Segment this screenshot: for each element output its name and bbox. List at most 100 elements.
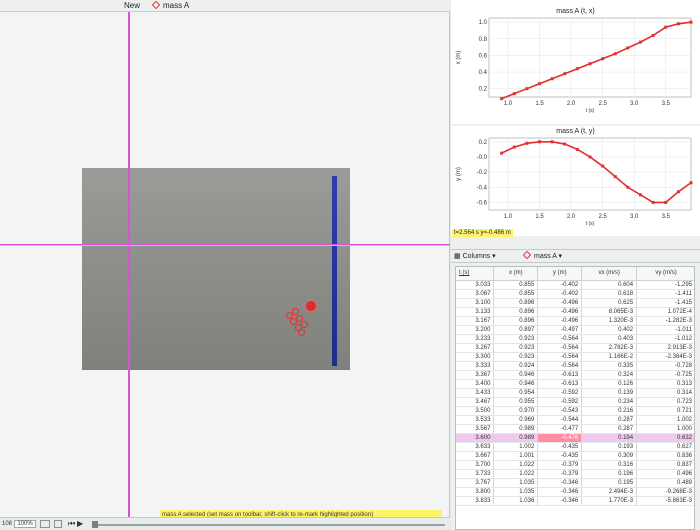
table-cell[interactable]: 1.166E-2 bbox=[581, 352, 638, 362]
table-cell[interactable]: -9.268E-3 bbox=[636, 487, 694, 497]
table-cell[interactable]: 1.000 bbox=[636, 424, 694, 434]
table-cell[interactable]: 0.314 bbox=[636, 388, 694, 398]
table-cell[interactable]: -0.544 bbox=[537, 415, 583, 425]
table-cell[interactable]: 0.195 bbox=[581, 478, 638, 488]
table-row[interactable]: 3.133 0.896 -0.496 8.065E-3 1.072E-4 bbox=[456, 307, 694, 317]
table-row[interactable]: 3.767 1.035 -0.346 0.195 0.489 bbox=[456, 478, 694, 488]
table-row[interactable]: 3.600 0.989 -0.476 0.194 0.632 bbox=[456, 433, 694, 443]
table-cell[interactable]: 0.625 bbox=[581, 298, 638, 308]
table-cell[interactable]: 0.194 bbox=[581, 433, 638, 443]
table-row[interactable]: 3.433 0.954 -0.592 0.139 0.314 bbox=[456, 388, 694, 398]
table-cell[interactable]: -1.282E-3 bbox=[636, 316, 694, 326]
table-cell[interactable]: 0.126 bbox=[581, 379, 638, 389]
table-cell[interactable]: 1.002 bbox=[636, 415, 694, 425]
table-cell[interactable]: 0.836 bbox=[636, 451, 694, 461]
table-cell[interactable]: 0.989 bbox=[493, 433, 539, 443]
table-cell[interactable]: -0.543 bbox=[537, 406, 583, 416]
table-cell[interactable]: 0.837 bbox=[636, 460, 694, 470]
table-row[interactable]: 3.067 0.855 -0.402 0.618 -1.411 bbox=[456, 289, 694, 299]
play-icon[interactable]: ▶ bbox=[77, 519, 83, 529]
table-row[interactable]: 3.467 0.955 -0.592 0.234 0.723 bbox=[456, 397, 694, 407]
table-cell[interactable]: -0.402 bbox=[537, 289, 583, 299]
table-cell[interactable]: 3.567 bbox=[456, 424, 495, 434]
table-cell[interactable]: -1.012 bbox=[636, 334, 694, 344]
table-cell[interactable]: 0.139 bbox=[581, 388, 638, 398]
mass-marker[interactable] bbox=[306, 301, 316, 311]
table-cell[interactable]: 1.002 bbox=[493, 442, 539, 452]
table-row[interactable]: 3.200 0.897 -0.497 0.402 -1.011 bbox=[456, 325, 694, 335]
table-cell[interactable]: 3.600 bbox=[456, 433, 495, 443]
trail-point[interactable] bbox=[298, 329, 305, 336]
table-row[interactable]: 3.167 0.896 -0.496 1.320E-3 -1.282E-3 bbox=[456, 316, 694, 326]
table-cell[interactable]: 3.100 bbox=[456, 298, 495, 308]
table-cell[interactable]: -0.435 bbox=[537, 451, 583, 461]
header-vy[interactable]: vy (m/s) bbox=[636, 267, 694, 281]
table-cell[interactable]: 0.335 bbox=[581, 361, 638, 371]
table-cell[interactable]: -0.346 bbox=[537, 478, 583, 488]
table-cell[interactable]: 1.001 bbox=[493, 451, 539, 461]
fit-button[interactable] bbox=[40, 520, 50, 528]
table-cell[interactable]: -0.402 bbox=[537, 280, 583, 290]
table-row[interactable]: 3.733 1.022 -0.379 0.196 0.496 bbox=[456, 469, 694, 479]
table-cell[interactable]: 0.946 bbox=[493, 379, 539, 389]
go-to-start-icon[interactable]: ⏮ bbox=[68, 519, 75, 529]
table-cell[interactable]: 2.494E-3 bbox=[581, 487, 638, 497]
table-cell[interactable]: -0.477 bbox=[537, 424, 583, 434]
table-cell[interactable]: -0.613 bbox=[537, 370, 583, 380]
trail-point[interactable] bbox=[301, 321, 308, 328]
table-cell[interactable]: -0.613 bbox=[537, 379, 583, 389]
table-cell[interactable]: 0.896 bbox=[493, 298, 539, 308]
table-cell[interactable]: -0.497 bbox=[537, 325, 583, 335]
table-row[interactable]: 3.500 0.970 -0.543 0.216 0.721 bbox=[456, 406, 694, 416]
table-cell[interactable]: -0.346 bbox=[537, 487, 583, 497]
table-cell[interactable]: 0.309 bbox=[581, 451, 638, 461]
table-row[interactable]: 3.333 0.924 -0.564 0.335 -0.728 bbox=[456, 361, 694, 371]
table-cell[interactable]: 3.500 bbox=[456, 406, 495, 416]
table-row[interactable]: 3.300 0.923 -0.564 1.166E-2 -2.384E-3 bbox=[456, 352, 694, 362]
table-cell[interactable]: 0.924 bbox=[493, 361, 539, 371]
table-cell[interactable]: -0.592 bbox=[537, 397, 583, 407]
table-cell[interactable]: 3.267 bbox=[456, 343, 495, 353]
table-row[interactable]: 3.700 1.022 -0.379 0.316 0.837 bbox=[456, 460, 694, 470]
table-cell[interactable]: -0.725 bbox=[636, 370, 694, 380]
table-cell[interactable]: -1.011 bbox=[636, 325, 694, 335]
table-cell[interactable]: 0.216 bbox=[581, 406, 638, 416]
trail-point[interactable] bbox=[286, 312, 293, 319]
table-cell[interactable]: 3.833 bbox=[456, 496, 495, 506]
table-cell[interactable]: 0.234 bbox=[581, 397, 638, 407]
table-cell[interactable]: -0.435 bbox=[537, 442, 583, 452]
table-cell[interactable]: -0.564 bbox=[537, 352, 583, 362]
header-x[interactable]: x (m) bbox=[493, 267, 539, 281]
header-y[interactable]: y (m) bbox=[537, 267, 583, 281]
table-cell[interactable]: -0.379 bbox=[537, 460, 583, 470]
table-cell[interactable]: 1.035 bbox=[493, 487, 539, 497]
table-cell[interactable]: 1.072E-4 bbox=[636, 307, 694, 317]
table-cell[interactable]: 0.923 bbox=[493, 343, 539, 353]
slider-knob[interactable] bbox=[92, 521, 98, 528]
trail-point[interactable] bbox=[292, 308, 299, 315]
header-t[interactable]: t (s) bbox=[456, 267, 495, 281]
video-viewer[interactable]: mass A selected (set mass on toolbar, sh… bbox=[0, 12, 450, 520]
table-row[interactable]: 3.400 0.946 -0.613 0.126 0.313 bbox=[456, 379, 694, 389]
table-cell[interactable]: -0.564 bbox=[537, 343, 583, 353]
table-cell[interactable]: 0.923 bbox=[493, 334, 539, 344]
table-cell[interactable]: 0.723 bbox=[636, 397, 694, 407]
table-cell[interactable]: 3.633 bbox=[456, 442, 495, 452]
trail-point[interactable] bbox=[290, 318, 297, 325]
table-row[interactable]: 3.233 0.923 -0.564 0.403 -1.012 bbox=[456, 334, 694, 344]
table-cell[interactable]: -2.384E-3 bbox=[636, 352, 694, 362]
table-cell[interactable]: 0.324 bbox=[581, 370, 638, 380]
table-cell[interactable]: -0.476 bbox=[537, 433, 583, 443]
table-cell[interactable]: 3.800 bbox=[456, 487, 495, 497]
table-row[interactable]: 3.667 1.001 -0.435 0.309 0.836 bbox=[456, 451, 694, 461]
table-row[interactable]: 3.033 0.855 -0.402 0.604 -1.295 bbox=[456, 280, 694, 290]
table-cell[interactable]: 3.367 bbox=[456, 370, 495, 380]
table-cell[interactable]: 1.035 bbox=[493, 478, 539, 488]
table-cell[interactable]: 0.632 bbox=[636, 433, 694, 443]
table-cell[interactable]: 0.402 bbox=[581, 325, 638, 335]
new-button[interactable]: New bbox=[124, 0, 148, 11]
table-cell[interactable]: 2.913E-3 bbox=[636, 343, 694, 353]
table-cell[interactable]: -0.564 bbox=[537, 334, 583, 344]
table-cell[interactable]: 1.022 bbox=[493, 469, 539, 479]
table-cell[interactable]: -0.496 bbox=[537, 307, 583, 317]
